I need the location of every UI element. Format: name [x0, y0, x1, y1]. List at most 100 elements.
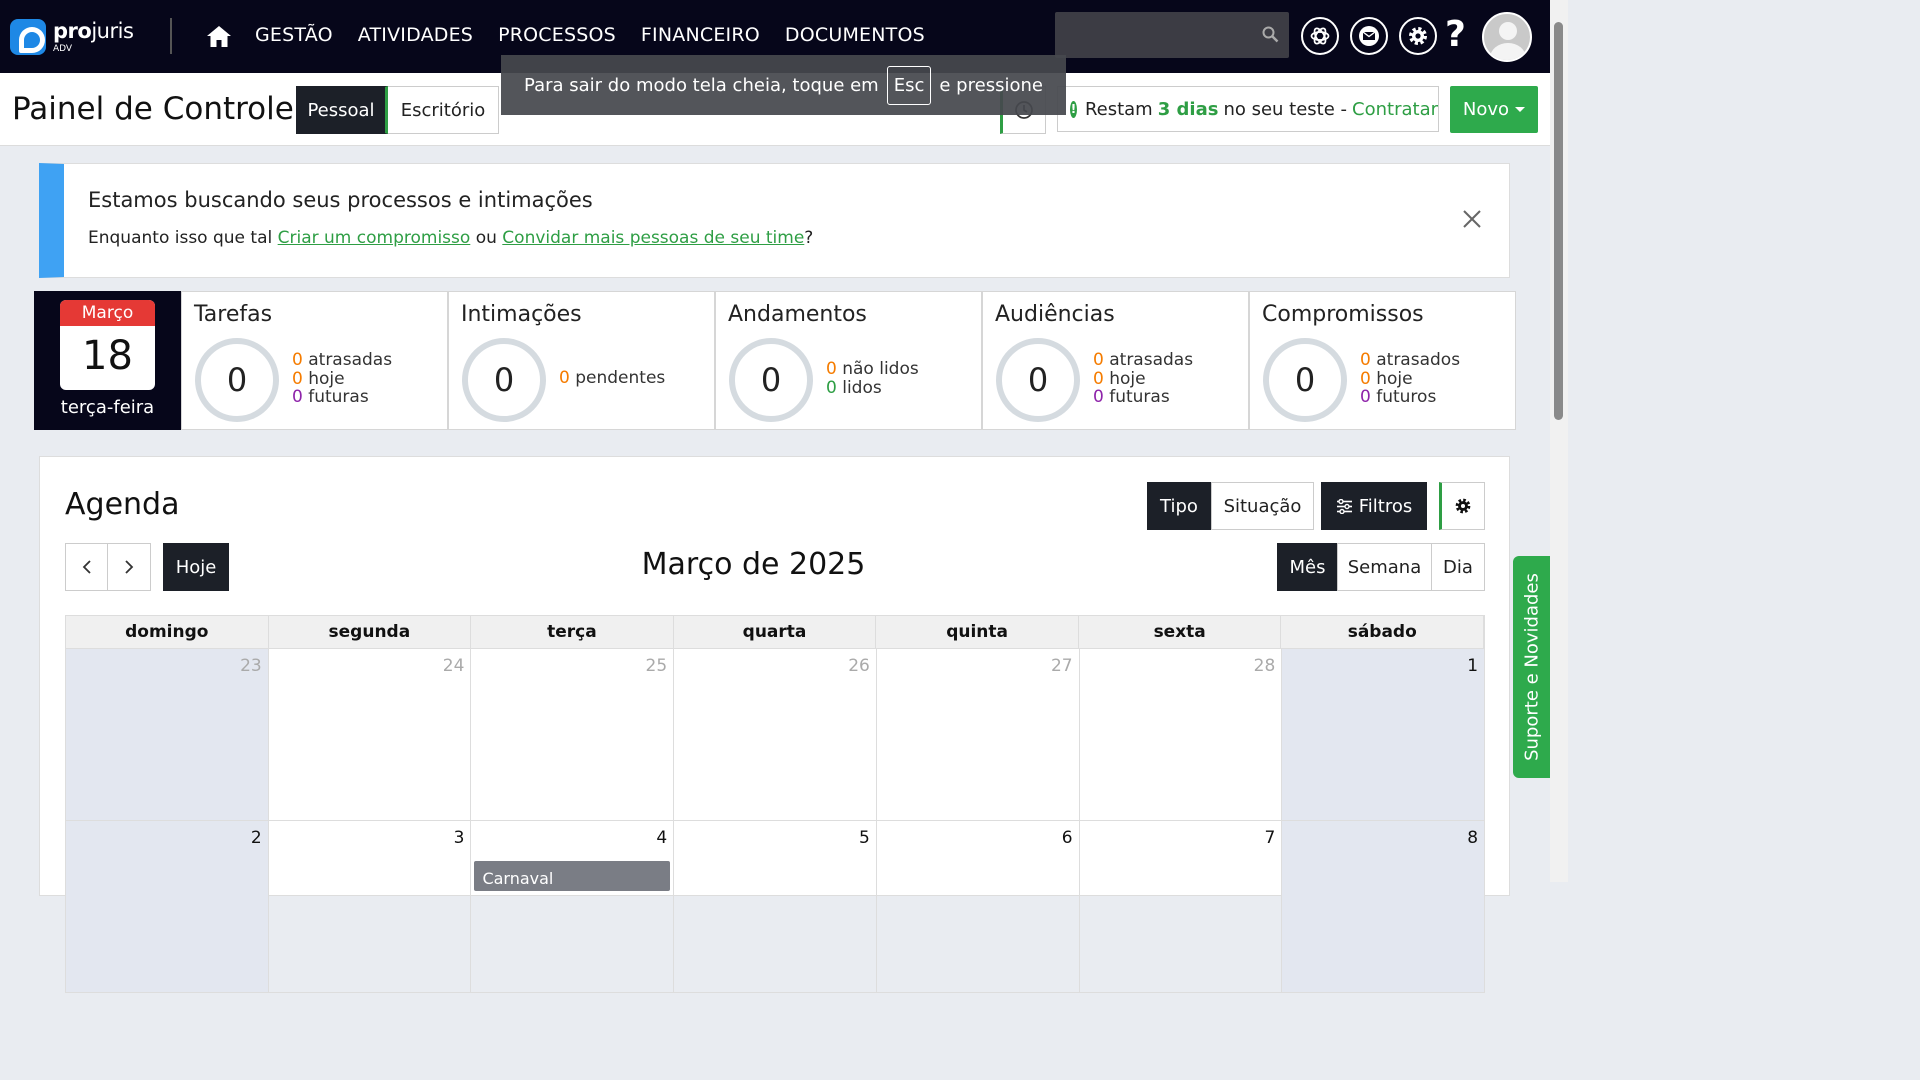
stat-card-compromissos[interactable]: Compromissos 0 0 atrasados 0 hoje 0 futu…	[1249, 291, 1516, 430]
calendar-day[interactable]: 4 Carnaval	[471, 821, 675, 993]
openai-icon[interactable]	[1301, 17, 1339, 55]
calendar-day[interactable]: 2	[65, 821, 269, 993]
logo-name-light: juris	[91, 18, 134, 43]
mail-icon[interactable]	[1350, 17, 1388, 55]
stat-card-tarefas[interactable]: Tarefas 0 0 atrasadas 0 hoje 0 futuras	[181, 291, 448, 430]
gear-icon	[1455, 498, 1471, 514]
stat-lines: 0 não lidos 0 lidos	[826, 360, 919, 397]
stat-label: futuras	[1109, 387, 1170, 407]
view-mes-button[interactable]: Mês	[1277, 543, 1338, 591]
stat-card-audiencias[interactable]: Audiências 0 0 atrasadas 0 hoje 0 futura…	[982, 291, 1249, 430]
stat-ring: 0	[462, 338, 546, 422]
agenda-settings-button[interactable]	[1439, 482, 1485, 530]
caret-down-icon	[1515, 107, 1526, 112]
scrollbar-thumb[interactable]	[1554, 22, 1563, 420]
stat-label: não lidos	[842, 359, 919, 379]
calendar-day[interactable]: 3	[268, 821, 472, 993]
calendar-day[interactable]: 26	[674, 649, 877, 821]
day-number: 1	[1467, 656, 1479, 676]
criar-compromisso-link[interactable]: Criar um compromisso	[278, 228, 471, 248]
tipo-button[interactable]: Tipo	[1147, 482, 1211, 530]
stat-card-andamentos[interactable]: Andamentos 0 0 não lidos 0 lidos	[715, 291, 982, 430]
banner-text: Enquanto isso que tal Criar um compromis…	[88, 228, 813, 248]
trial-suffix: no seu teste -	[1223, 98, 1348, 120]
banner-text-before: Enquanto isso que tal	[88, 228, 273, 248]
convidar-pessoas-link[interactable]: Convidar mais pessoas de seu time	[502, 228, 804, 248]
banner-title: Estamos buscando seus processos e intima…	[88, 188, 593, 212]
gear-icon[interactable]	[1399, 17, 1437, 55]
close-icon[interactable]	[1461, 208, 1483, 230]
calendar-event[interactable]: Carnaval	[474, 861, 671, 891]
stat-count: 0	[826, 377, 837, 398]
filtros-button[interactable]: Filtros	[1321, 482, 1427, 530]
nav-financeiro[interactable]: FINANCEIRO	[641, 24, 760, 46]
calendar-day[interactable]: 6	[876, 821, 1080, 993]
stat-card-intimacoes[interactable]: Intimações 0 0 pendentes	[448, 291, 715, 430]
weekday-header: segunda	[269, 616, 472, 648]
tab-escritorio[interactable]: Escritório	[388, 86, 499, 134]
calendar-month-title: Março de 2025	[641, 547, 866, 582]
agenda-title: Agenda	[65, 487, 180, 522]
page-scrollbar[interactable]	[1550, 0, 1568, 882]
stat-count: 0	[1360, 368, 1371, 389]
stat-label: pendentes	[575, 368, 666, 388]
stat-label: hoje	[1109, 368, 1146, 389]
suporte-novidades-tab[interactable]: Suporte e Novidades	[1513, 556, 1550, 778]
home-icon[interactable]	[206, 24, 232, 48]
stat-ring: 0	[195, 338, 279, 422]
weekday-header: terça	[471, 616, 674, 648]
stat-label: hoje	[308, 368, 345, 389]
calendar-day[interactable]: 23	[65, 649, 269, 821]
day-number: 4	[656, 828, 668, 848]
calendar-weekday-header: domingo segunda terça quarta quinta sext…	[65, 615, 1485, 649]
calendar-day[interactable]: 27	[876, 649, 1080, 821]
weekday-header: quinta	[876, 616, 1079, 648]
search-input[interactable]	[1055, 12, 1289, 58]
trial-days: 3 dias	[1157, 98, 1219, 120]
calendar-day[interactable]: 5	[674, 821, 877, 993]
novo-button[interactable]: Novo	[1450, 86, 1538, 133]
stat-label: lidos	[842, 377, 882, 398]
calendar-icon: Março 18	[60, 300, 155, 390]
search-icon[interactable]	[1262, 26, 1279, 43]
calendar-day[interactable]: 25	[471, 649, 675, 821]
day-number: 8	[1467, 828, 1479, 848]
stat-title: Tarefas	[194, 302, 273, 327]
help-icon[interactable]: ?	[1445, 14, 1466, 55]
date-weekday: terça-feira	[60, 397, 155, 418]
day-number: 5	[859, 828, 870, 848]
weekday-header: quarta	[674, 616, 877, 648]
view-semana-button[interactable]: Semana	[1337, 543, 1432, 591]
nav-documentos[interactable]: DOCUMENTOS	[785, 24, 925, 46]
stat-count: 0	[292, 368, 303, 389]
weekday-header: sexta	[1079, 616, 1282, 648]
alert-icon: !	[1070, 100, 1077, 118]
stat-count: 0	[1093, 350, 1104, 370]
stat-label: atrasadas	[1109, 350, 1194, 370]
calendar-day[interactable]: 1	[1282, 649, 1486, 821]
esc-key-hint: Esc	[886, 65, 932, 105]
stat-count: 0	[292, 387, 303, 407]
stat-count: 0	[1360, 350, 1371, 370]
tab-pessoal[interactable]: Pessoal	[296, 86, 388, 134]
nav-processos[interactable]: PROCESSOS	[498, 24, 616, 46]
contratar-link[interactable]: Contratar	[1352, 99, 1438, 120]
day-number: 26	[848, 656, 870, 676]
calendar-day[interactable]: 8	[1282, 821, 1486, 993]
main-nav: GESTÃO ATIVIDADES PROCESSOS FINANCEIRO D…	[255, 24, 925, 46]
nav-gestao[interactable]: GESTÃO	[255, 24, 333, 46]
trial-notice: ! Restam 3 dias no seu teste - Contratar	[1057, 86, 1439, 132]
avatar[interactable]	[1482, 12, 1532, 62]
situacao-button[interactable]: Situação	[1211, 482, 1314, 530]
calendar-day[interactable]: 24	[268, 649, 472, 821]
day-number: 7	[1264, 828, 1276, 848]
banner-text-after: ?	[804, 228, 814, 248]
novo-label: Novo	[1462, 99, 1510, 120]
calendar-day[interactable]: 28	[1079, 649, 1283, 821]
nav-divider	[170, 18, 172, 54]
calendar-day[interactable]: 7	[1079, 821, 1283, 993]
day-number: 23	[240, 656, 262, 676]
view-dia-button[interactable]: Dia	[1431, 543, 1485, 591]
projuris-logo[interactable]: projuris ADV	[10, 18, 134, 55]
nav-atividades[interactable]: ATIVIDADES	[358, 24, 473, 46]
